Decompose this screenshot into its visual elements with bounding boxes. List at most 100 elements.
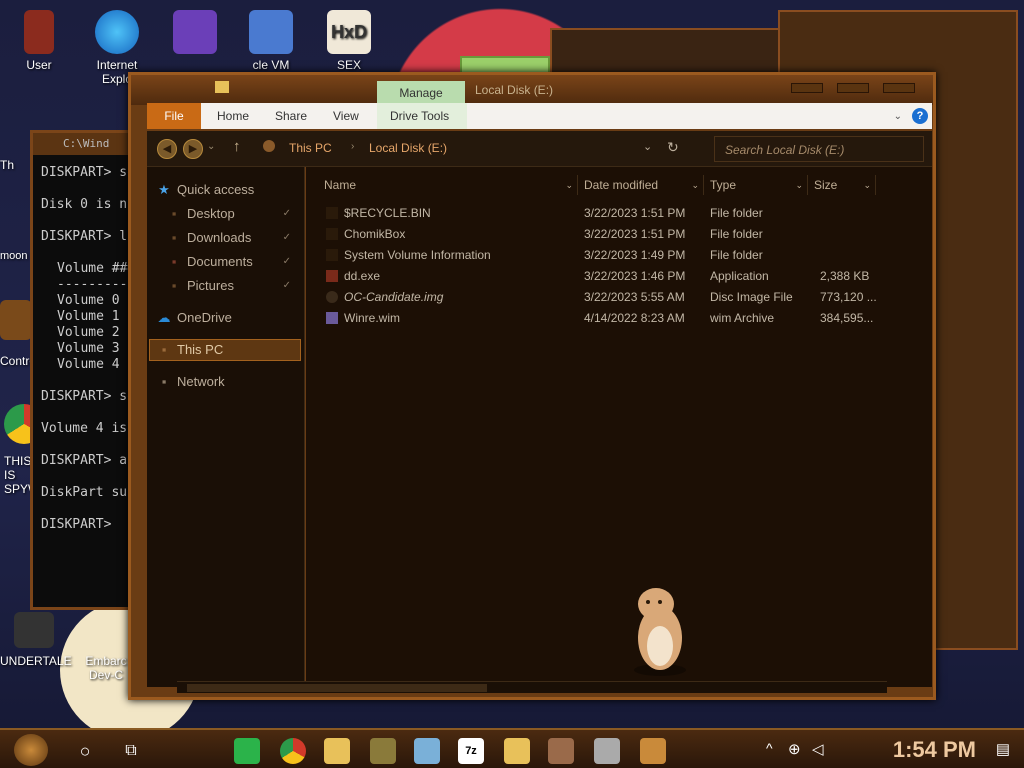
column-header-date[interactable]: Date modified ⌄ (580, 175, 704, 195)
hamster-sticker (634, 588, 686, 676)
horizontal-scrollbar[interactable] (177, 681, 887, 693)
address-bar-row: ◀ ▶ ⌄ ↑ This PC › Local Disk (E:) ⌄ ↻ Se… (147, 131, 932, 167)
nav-label: Pictures (187, 278, 234, 293)
notes-app-icon[interactable] (234, 738, 260, 764)
file-date: 3/22/2023 1:51 PM (584, 227, 686, 241)
app-icon[interactable] (370, 738, 396, 764)
nav-desktop[interactable]: ▪ Desktop ✓ (167, 203, 297, 225)
file-row[interactable]: $RECYCLE.BIN 3/22/2023 1:51 PM File fold… (306, 203, 906, 224)
hex-editor-icon: HxD (327, 10, 371, 54)
hamster-app-icon[interactable] (548, 738, 574, 764)
close-button[interactable] (883, 83, 915, 93)
tab-view[interactable]: View (333, 103, 359, 129)
chevron-up-icon[interactable]: ^ (766, 740, 773, 756)
desktop-icon-label: UNDERTALE (0, 654, 72, 668)
control-panel-icon (0, 300, 32, 340)
file-explorer-window[interactable]: Local Disk (E:) Manage File Home Share V… (128, 72, 936, 700)
title-bar[interactable]: Local Disk (E:) (131, 75, 933, 105)
address-dropdown-icon[interactable]: ⌄ (643, 140, 652, 153)
file-row[interactable]: ChomikBox 3/22/2023 1:51 PM File folder (306, 224, 906, 245)
recent-locations-icon[interactable]: ⌄ (207, 141, 215, 152)
up-arrow-icon[interactable]: ↑ (233, 138, 241, 155)
desktop-icon-virtualbox[interactable]: cle VM (236, 10, 306, 72)
file-row[interactable]: System Volume Information 3/22/2023 1:49… (306, 245, 906, 266)
app-icon[interactable] (640, 738, 666, 764)
nav-pictures[interactable]: ▪ Pictures ✓ (167, 275, 297, 297)
scrollbar-thumb[interactable] (187, 684, 487, 692)
nav-network[interactable]: ▪ Network (157, 371, 225, 393)
file-size: 773,120 ... (820, 290, 877, 304)
folder-icon (326, 228, 338, 240)
file-name: dd.exe (344, 269, 381, 283)
breadcrumb-local-disk[interactable]: Local Disk (E:) (369, 141, 447, 155)
desktop-icon-label: User (26, 58, 52, 72)
disc-icon (326, 291, 338, 303)
minimize-button[interactable] (791, 83, 823, 93)
maximize-button[interactable] (837, 83, 869, 93)
breadcrumb-separator-icon[interactable]: › (351, 141, 354, 152)
manage-context-tab[interactable]: Manage (377, 81, 465, 105)
nav-documents[interactable]: ▪ Documents ✓ (167, 251, 297, 273)
refresh-icon[interactable]: ↻ (667, 139, 679, 156)
nav-quick-access[interactable]: ★ Quick access (157, 179, 254, 201)
7zip-icon[interactable]: 7z (458, 738, 484, 764)
nav-label: Quick access (177, 182, 255, 197)
file-explorer-icon[interactable] (324, 738, 350, 764)
desktop-icon-devc[interactable]: Embarc Dev-C (78, 654, 134, 682)
back-button[interactable]: ◀ (157, 139, 177, 159)
globe-icon[interactable]: ⊕ (788, 740, 801, 758)
star-icon: ★ (158, 182, 170, 197)
file-row[interactable]: OC-Candidate.img 3/22/2023 5:55 AM Disc … (306, 287, 906, 308)
tab-file[interactable]: File (147, 103, 201, 129)
file-date: 3/22/2023 5:55 AM (584, 290, 685, 304)
search-button[interactable]: ○ (72, 738, 98, 764)
file-type: Disc Image File (710, 290, 793, 304)
file-row[interactable]: dd.exe 3/22/2023 1:46 PM Application 2,3… (306, 266, 906, 287)
nav-downloads[interactable]: ▪ Downloads ✓ (167, 227, 297, 249)
computer-icon: ▪ (161, 342, 167, 357)
tab-drive-tools[interactable]: Drive Tools (390, 103, 449, 129)
exe-icon (326, 270, 338, 282)
notification-icon[interactable]: ▤ (996, 740, 1010, 758)
edge-icon (95, 10, 139, 54)
taskbar: ○ ⧉ 7z ^ ⊕ ◁ 1:54 PM ▤ (0, 728, 1024, 768)
desktop-icon-visual-studio[interactable] (160, 10, 230, 58)
file-name: $RECYCLE.BIN (344, 206, 431, 220)
nav-onedrive[interactable]: ☁ OneDrive (157, 307, 232, 329)
computer-icon (263, 140, 275, 152)
desktop-icon-user[interactable]: User (4, 10, 74, 72)
column-header-name[interactable]: Name ⌄ (320, 175, 578, 195)
help-app-icon[interactable] (504, 738, 530, 764)
visual-studio-icon (173, 10, 217, 54)
clock[interactable]: 1:54 PM (893, 737, 976, 763)
column-header-size[interactable]: Size ⌄ (810, 175, 876, 195)
speaker-muted-icon[interactable]: ◁ (812, 740, 824, 758)
column-header-type[interactable]: Type ⌄ (706, 175, 808, 195)
app-icon[interactable] (414, 738, 440, 764)
forward-button[interactable]: ▶ (183, 139, 203, 159)
search-input[interactable]: Search Local Disk (E:) (714, 136, 924, 162)
window-title: Local Disk (E:) (475, 83, 554, 97)
nav-label: Desktop (187, 206, 235, 221)
column-label: Name (324, 178, 357, 192)
help-icon[interactable]: ? (912, 108, 928, 124)
column-label: Date modified (584, 178, 659, 192)
tab-share[interactable]: Share (275, 103, 307, 129)
task-view-button[interactable]: ⧉ (118, 738, 144, 764)
file-list: Name ⌄ Date modified ⌄ Type ⌄ Size ⌄ $RECYCL… (306, 167, 932, 687)
chevron-down-icon: ⌄ (565, 180, 573, 190)
tab-home[interactable]: Home (217, 103, 249, 129)
breadcrumb-this-pc[interactable]: This PC (289, 141, 332, 155)
virtualbox-icon[interactable] (594, 738, 620, 764)
ribbon-tabs: File Home Share View Drive Tools ⌄ ? (147, 103, 932, 129)
pin-icon: ✓ (282, 256, 291, 267)
file-size: 384,595... (820, 311, 874, 325)
chrome-icon[interactable] (280, 738, 306, 764)
desktop-icon-undertale[interactable]: UNDERTALE (0, 612, 80, 668)
file-row[interactable]: Winre.wim 4/14/2022 8:23 AM wim Archive … (306, 308, 906, 329)
desktop-icon-sex[interactable]: HxD SEX (314, 10, 384, 72)
pin-icon: ✓ (282, 232, 291, 243)
nav-this-pc[interactable]: ▪ This PC (157, 339, 224, 361)
start-button[interactable] (14, 734, 48, 766)
expand-ribbon-icon[interactable]: ⌄ (894, 111, 902, 122)
